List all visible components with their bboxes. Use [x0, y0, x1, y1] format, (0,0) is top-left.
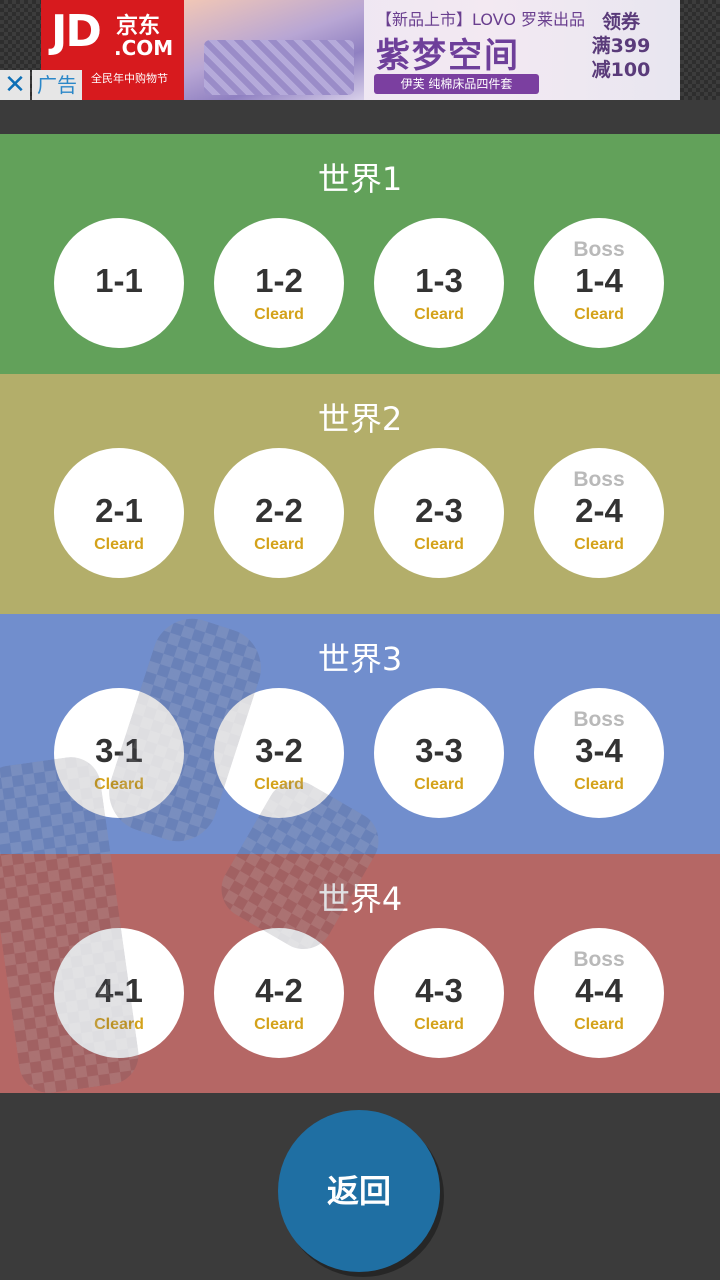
stage-button-3-3[interactable]: 3-3 Cleard	[374, 688, 504, 818]
cleared-label: Cleard	[94, 776, 144, 793]
stage-button-4-4[interactable]: Boss 4-4 Cleard	[534, 928, 664, 1058]
world-title: 世界3	[317, 640, 403, 678]
stage-button-1-4[interactable]: Boss 1-4 Cleard	[534, 218, 664, 348]
world-title: 世界4	[317, 880, 403, 918]
ad-title-line1: 【新品上市】LOVO 罗莱出品	[376, 10, 586, 29]
stage-number: 4-2	[255, 972, 303, 1009]
cleared-label: Cleard	[574, 1016, 624, 1033]
world-section-4: 世界4 4-1 Cleard 4-2 Cleard 4-3 Cleard Bos…	[0, 854, 720, 1094]
stage-number: 3-2	[255, 732, 303, 769]
stage-button-2-2[interactable]: 2-2 Cleard	[214, 448, 344, 578]
stage-button-3-1[interactable]: 3-1 Cleard	[54, 688, 184, 818]
stage-number: 4-3	[415, 972, 463, 1009]
world-section-1: 世界1 1-1 1-2 Cleard 1-3 Cleard Boss 1-4 C…	[0, 134, 720, 374]
ad-subtitle: 伊芙 纯棉床品四件套	[374, 74, 539, 94]
ad-title-line2: 紫梦空间	[376, 36, 520, 76]
ad-tag-label: 广告	[32, 70, 82, 100]
stage-button-1-2[interactable]: 1-2 Cleard	[214, 218, 344, 348]
stage-number: 4-1	[95, 972, 143, 1009]
coupon-line3: 减100	[591, 59, 651, 81]
stage-button-2-3[interactable]: 2-3 Cleard	[374, 448, 504, 578]
world-section-2: 世界2 2-1 Cleard 2-2 Cleard 2-3 Cleard Bos…	[0, 374, 720, 614]
back-button[interactable]: 返回	[278, 1110, 440, 1272]
stage-number: 3-3	[415, 732, 463, 769]
top-bar	[0, 100, 720, 134]
world-title: 世界2	[317, 400, 403, 438]
stage-number: 1-1	[95, 262, 143, 299]
stage-number: 2-3	[415, 492, 463, 529]
ad-coupon: 领券 满399 减100	[581, 10, 661, 90]
coupon-line1: 领券	[601, 11, 640, 33]
cleared-label: Cleard	[254, 306, 304, 323]
stage-number: 1-4	[575, 262, 623, 299]
stage-button-2-4[interactable]: Boss 2-4 Cleard	[534, 448, 664, 578]
cleared-label: Cleard	[94, 536, 144, 553]
logo-com-text: .COM	[114, 36, 174, 60]
logo-jd-text: JD	[51, 6, 102, 57]
stage-number: 3-4	[575, 732, 623, 769]
stage-button-3-4[interactable]: Boss 3-4 Cleard	[534, 688, 664, 818]
cleared-label: Cleard	[414, 1016, 464, 1033]
ad-product-image	[184, 0, 364, 100]
stage-number: 4-4	[575, 972, 623, 1009]
stage-button-1-1[interactable]: 1-1	[54, 218, 184, 348]
boss-label: Boss	[573, 238, 625, 261]
cleared-label: Cleard	[414, 776, 464, 793]
logo-slogan: 全民年中购物节	[91, 72, 168, 85]
world-section-3: 世界3 3-1 Cleard 3-2 Cleard 3-3 Cleard Bos…	[0, 614, 720, 854]
stage-button-4-1[interactable]: 4-1 Cleard	[54, 928, 184, 1058]
ad-close-icon[interactable]: ✕	[0, 70, 30, 100]
stage-number: 2-4	[575, 492, 623, 529]
cleared-label: Cleard	[574, 306, 624, 323]
coupon-line2: 满399	[591, 35, 651, 57]
cleared-label: Cleard	[254, 1016, 304, 1033]
cleared-label: Cleard	[574, 776, 624, 793]
bed-illustration	[204, 40, 354, 95]
boss-label: Boss	[573, 708, 625, 731]
stage-button-4-3[interactable]: 4-3 Cleard	[374, 928, 504, 1058]
cleared-label: Cleard	[94, 1016, 144, 1033]
ad-banner[interactable]: JD 京东 .COM 全民年中购物节 【新品上市】LOVO 罗莱出品 紫梦空间 …	[41, 0, 680, 100]
boss-label: Boss	[573, 468, 625, 491]
cleared-label: Cleard	[574, 536, 624, 553]
stage-number: 1-2	[255, 262, 303, 299]
cleared-label: Cleard	[254, 776, 304, 793]
cleared-label: Cleard	[254, 536, 304, 553]
stage-button-2-1[interactable]: 2-1 Cleard	[54, 448, 184, 578]
stage-number: 2-2	[255, 492, 303, 529]
stage-number: 2-1	[95, 492, 143, 529]
cleared-label: Cleard	[414, 536, 464, 553]
boss-label: Boss	[573, 948, 625, 971]
stage-number: 3-1	[95, 732, 143, 769]
cleared-label: Cleard	[414, 306, 464, 323]
stage-button-4-2[interactable]: 4-2 Cleard	[214, 928, 344, 1058]
world-title: 世界1	[317, 160, 403, 198]
stage-button-1-3[interactable]: 1-3 Cleard	[374, 218, 504, 348]
stage-number: 1-3	[415, 262, 463, 299]
stage-button-3-2[interactable]: 3-2 Cleard	[214, 688, 344, 818]
